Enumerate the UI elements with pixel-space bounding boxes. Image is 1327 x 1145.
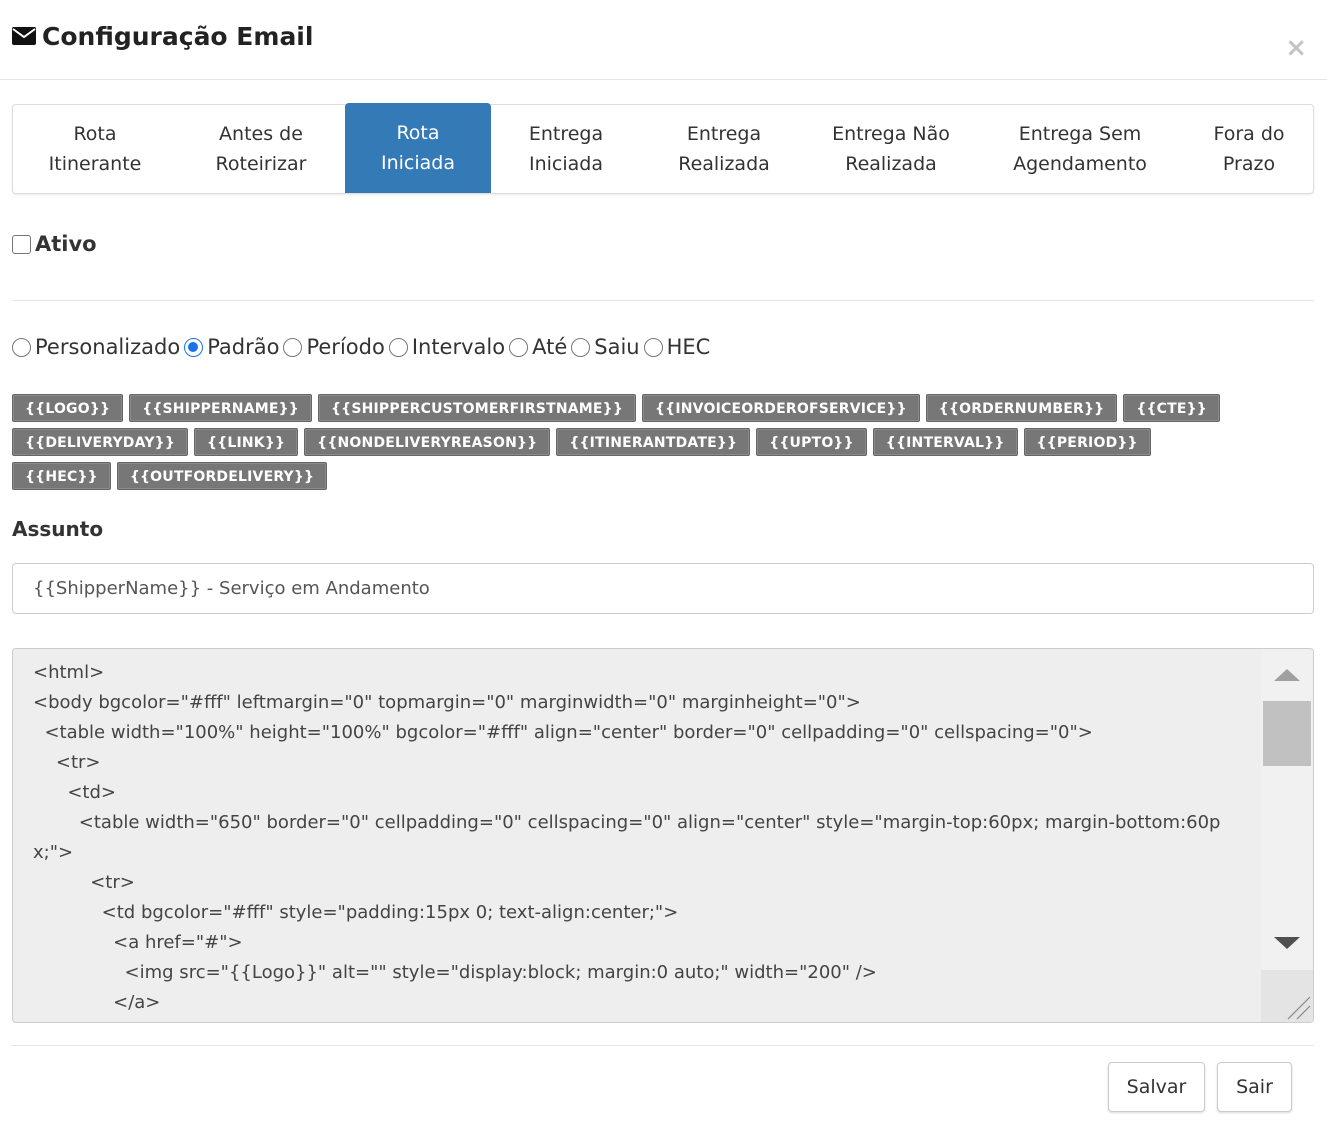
radio-button-checked[interactable] [184,337,204,357]
divider [12,300,1314,301]
scroll-up-icon[interactable] [1274,669,1300,681]
envelope-icon [12,27,36,45]
ativo-checkbox-row: Ativo [12,232,97,256]
save-button[interactable]: Salvar [1108,1062,1205,1112]
modal-title-text: Configuração Email [42,21,314,51]
radio-label: Período [306,335,385,359]
radio-button[interactable] [571,337,591,357]
tag-ordernumber[interactable]: {{ORDERNUMBER}} [925,394,1118,422]
tag-shippername[interactable]: {{SHIPPERNAME}} [129,394,312,422]
modal-title: Configuração Email [12,20,313,52]
tab-rota-itinerante[interactable]: Rota Itinerante [13,105,177,193]
tab-entrega-realizada[interactable]: Entrega Realizada [641,105,807,193]
tab-entrega-sem-agendamento[interactable]: Entrega Sem Agendamento [975,105,1185,193]
radio-hec[interactable]: HEC [643,335,715,359]
radio-intervalo[interactable]: Intervalo [388,335,509,359]
tab-entrega-iniciada[interactable]: Entrega Iniciada [491,105,641,193]
tag-deliveryday[interactable]: {{DELIVERYDAY}} [12,428,188,456]
radio-label: Até [532,335,568,359]
tag-upto[interactable]: {{UPTO}} [756,428,867,456]
radio-label: HEC [666,335,711,359]
assunto-input[interactable] [12,563,1314,614]
email-body-content[interactable]: <html> <body bgcolor="#fff" leftmargin="… [13,649,1263,1022]
tag-invoiceorderofservice[interactable]: {{INVOICEORDEROFSERVICE}} [642,394,920,422]
tag-logo[interactable]: {{LOGO}} [12,394,124,422]
radio-periodo[interactable]: Período [283,335,388,359]
ativo-label: Ativo [35,232,97,256]
radio-personalizado[interactable]: Personalizado [12,335,184,359]
mode-radio-group: Personalizado Padrão Período Intervalo A… [12,335,714,359]
tab-rota-iniciada[interactable]: Rota Iniciada [345,103,491,193]
radio-label: Padrão [207,335,280,359]
modal-header: Configuração Email × [0,0,1327,80]
radio-button[interactable] [643,337,663,357]
radio-saiu[interactable]: Saiu [571,335,643,359]
placeholder-tags: {{LOGO}} {{SHIPPERNAME}} {{SHIPPERCUSTOM… [12,394,1252,490]
assunto-label: Assunto [12,517,104,541]
tag-hec[interactable]: {{HEC}} [12,462,111,490]
tag-nondeliveryreason[interactable]: {{NONDELIVERYREASON}} [304,428,551,456]
radio-button[interactable] [12,337,31,357]
radio-label: Personalizado [35,335,181,359]
tag-interval[interactable]: {{INTERVAL}} [872,428,1018,456]
tag-shippercustomerfirstname[interactable]: {{SHIPPERCUSTOMERFIRSTNAME}} [317,394,637,422]
close-icon[interactable]: × [1285,34,1307,62]
radio-ate[interactable]: Até [509,335,571,359]
textarea-scrollbar[interactable] [1261,649,1313,1022]
tab-fora-do-prazo[interactable]: Fora do Prazo [1185,105,1313,193]
tag-itinerantdate[interactable]: {{ITINERANTDATE}} [556,428,751,456]
exit-button[interactable]: Sair [1217,1062,1292,1112]
scroll-down-icon[interactable] [1274,937,1300,949]
ativo-checkbox[interactable] [12,234,31,254]
radio-label: Saiu [594,335,640,359]
radio-button[interactable] [283,337,303,357]
radio-button[interactable] [509,337,529,357]
tab-entrega-nao-realizada[interactable]: Entrega Não Realizada [807,105,975,193]
radio-label: Intervalo [411,335,506,359]
footer-divider [12,1045,1314,1046]
tag-link[interactable]: {{LINK}} [194,428,299,456]
tag-outfordelivery[interactable]: {{OUTFORDELIVERY}} [116,462,328,490]
tab-antes-de-roteirizar[interactable]: Antes de Roteirizar [177,105,345,193]
radio-button[interactable] [388,337,408,357]
email-body-textarea[interactable]: <html> <body bgcolor="#fff" leftmargin="… [12,648,1314,1023]
scrollbar-thumb[interactable] [1263,701,1311,766]
radio-padrao[interactable]: Padrão [184,335,283,359]
event-tabs: Rota Itinerante Antes de Roteirizar Rota… [12,103,1314,194]
tag-period[interactable]: {{PERIOD}} [1023,428,1151,456]
tag-cte[interactable]: {{CTE}} [1123,394,1220,422]
resize-handle-icon[interactable] [1261,970,1313,1022]
